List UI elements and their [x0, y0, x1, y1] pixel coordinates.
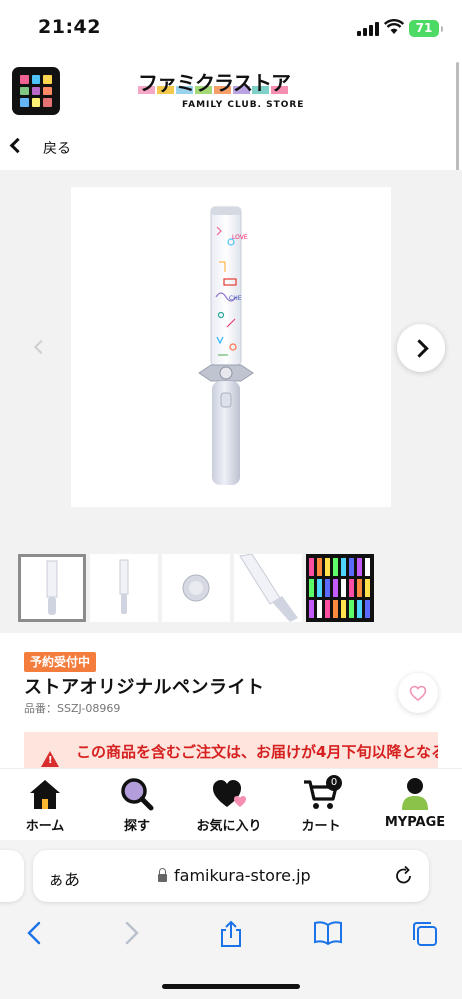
search-icon — [121, 778, 154, 811]
app-grid-square — [31, 98, 41, 107]
tab-search[interactable]: 探す — [92, 777, 182, 834]
gallery-next-button[interactable] — [397, 324, 445, 372]
product-info: 予約受付中 ストアオリジナルペンライト 品番：SSZJ-08969 ! この商品… — [0, 633, 462, 768]
site-tab-bar: ホーム 探す お気に入り 0 カート MYPAGE — [0, 768, 462, 840]
app-grid-square — [20, 98, 29, 107]
share-icon[interactable] — [218, 920, 244, 948]
penlight-illustration: LOVE CHE — [198, 206, 254, 485]
app-grid-square — [43, 86, 52, 96]
back-link[interactable]: 戻る — [0, 124, 462, 170]
favorite-button[interactable] — [398, 673, 438, 713]
heart-outline-icon — [409, 685, 427, 701]
home-indicator — [162, 984, 300, 989]
warning-mark: ! — [48, 755, 53, 766]
logo-char: ア — [271, 71, 291, 95]
thumb-penlight-small[interactable] — [90, 554, 158, 622]
tab-mypage[interactable]: MYPAGE — [370, 777, 460, 830]
app-grid-menu-button[interactable] — [12, 67, 60, 115]
user-icon — [402, 778, 428, 810]
app-grid-square — [31, 86, 41, 96]
battery-icon: 71 — [409, 20, 443, 37]
previous-tab-peek[interactable] — [0, 850, 24, 902]
logo-subtitle: FAMILY CLUB. STORE — [182, 100, 305, 110]
svg-text:LOVE: LOVE — [232, 234, 248, 241]
url-text: famikura-store.jp — [174, 866, 311, 885]
svg-text:CHE: CHE — [229, 295, 242, 302]
tab-favorites[interactable]: お気に入り — [184, 777, 274, 834]
reader-options-button[interactable]: ぁあ — [48, 866, 80, 890]
thumb-penlight-colors[interactable] — [306, 554, 374, 622]
address-bar[interactable]: ぁあ famikura-store.jp — [33, 850, 429, 902]
thumbnail-strip — [18, 554, 374, 622]
logo-char: フ — [138, 71, 158, 95]
logo-char: ス — [233, 71, 253, 95]
app-grid-square — [31, 75, 41, 84]
tab-label: 探す — [123, 819, 150, 834]
cart-count-badge: 0 — [326, 775, 342, 791]
tab-label: MYPAGE — [384, 815, 446, 830]
tab-label: カート — [301, 819, 341, 834]
bookmarks-icon[interactable] — [313, 920, 343, 946]
browser-forward-icon[interactable] — [120, 920, 142, 946]
home-icon — [30, 780, 60, 809]
tab-label: お気に入り — [196, 819, 262, 834]
store-logo[interactable]: ファミクラストア FAMILY CLUB. STORE — [138, 72, 328, 116]
back-label: 戻る — [43, 141, 71, 157]
logo-char: ミ — [176, 71, 196, 95]
product-gallery: LOVE CHE — [0, 170, 462, 633]
delivery-notice: ! この商品を含むご注文は、お届けが4月下旬以降となる — [24, 732, 438, 768]
thumb-penlight-button[interactable] — [162, 554, 230, 622]
status-badge: 予約受付中 — [24, 652, 97, 672]
tabs-icon[interactable] — [411, 920, 439, 948]
thumb-penlight-front[interactable] — [18, 554, 86, 622]
wifi-icon — [384, 19, 404, 34]
notice-text: この商品を含むご注文は、お届けが4月下旬以降となる — [76, 743, 438, 761]
logo-char: ラ — [214, 71, 234, 95]
browser-back-icon[interactable] — [24, 920, 46, 946]
product-main-image[interactable]: LOVE CHE — [71, 187, 391, 507]
logo-wordmark: ファミクラストア — [138, 72, 328, 96]
product-code: 品番：SSZJ-08969 — [24, 702, 121, 715]
reload-icon[interactable] — [393, 865, 415, 887]
cellular-signal-icon — [357, 22, 379, 36]
chevron-left-icon — [9, 137, 26, 154]
tab-home[interactable]: ホーム — [0, 777, 90, 834]
tab-cart[interactable]: 0 カート — [276, 775, 366, 834]
product-title: ストアオリジナルペンライト — [24, 677, 265, 698]
site-header: ファミクラストア FAMILY CLUB. STORE — [0, 58, 462, 124]
battery-level: 71 — [415, 21, 433, 35]
heart-icon — [213, 780, 246, 807]
thumb-penlight-angle[interactable] — [234, 554, 302, 622]
status-time: 21:42 — [38, 16, 101, 38]
logo-char: ァ — [157, 71, 177, 95]
app-grid-square — [43, 98, 52, 107]
gallery-prev-arrow-icon[interactable] — [33, 339, 49, 355]
logo-char: ト — [252, 71, 272, 95]
status-bar: 21:42 71 — [0, 0, 462, 58]
lock-icon — [158, 868, 167, 882]
logo-char: ク — [195, 71, 215, 95]
tab-label: ホーム — [25, 819, 65, 834]
app-grid-square — [20, 86, 29, 96]
app-grid-square — [43, 75, 52, 84]
browser-toolbar: ぁあ famikura-store.jp — [0, 840, 462, 999]
app-grid-square — [20, 75, 29, 84]
